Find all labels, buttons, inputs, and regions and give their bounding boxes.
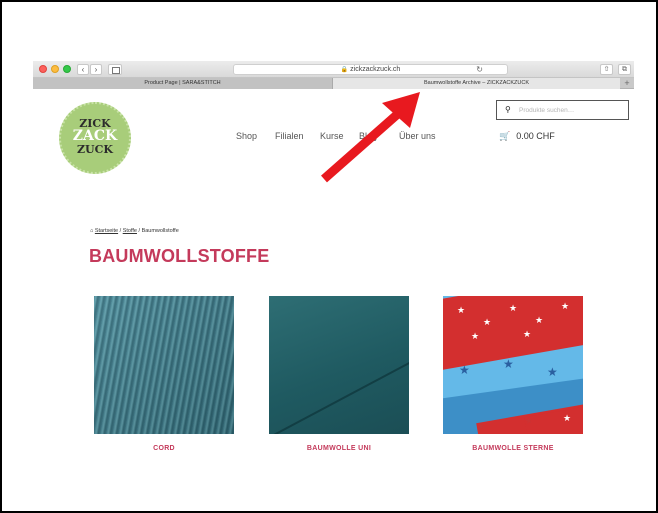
product-title[interactable]: BAUMWOLLE STERNE xyxy=(443,445,583,452)
home-icon: ⌂ xyxy=(90,228,94,234)
star-icon: ★ xyxy=(457,305,466,315)
page-title: BAUMWOLLSTOFFE xyxy=(89,246,270,266)
breadcrumb-stoffe[interactable]: Stoffe xyxy=(123,228,137,234)
breadcrumb-current: Baumwollstoffe xyxy=(141,228,179,234)
star-icon: ★ xyxy=(561,301,570,311)
star-icon: ★ xyxy=(483,317,492,327)
product-title[interactable]: BAUMWOLLE UNI xyxy=(269,445,409,452)
screenshot-frame: ‹ › 🔒 zickzackzuck.ch ↻ ⇧ ⧉ Product Page … xyxy=(0,0,658,513)
fabric-fold xyxy=(269,347,409,434)
star-icon: ★ xyxy=(503,357,514,371)
star-icon: ★ xyxy=(563,413,572,423)
star-icon: ★ xyxy=(509,303,518,313)
product-card-baumwolle-sterne[interactable]: ★ ★ ★ ★ ★ ★ ★ ★ ★ ★ ★ ★ ★ BAUMWOLLE STER… xyxy=(443,296,583,452)
product-image-cord[interactable] xyxy=(94,296,234,434)
product-card-cord[interactable]: CORD xyxy=(94,296,234,452)
star-icon: ★ xyxy=(523,329,532,339)
star-icon: ★ xyxy=(459,363,470,377)
breadcrumb-home[interactable]: Startseite xyxy=(95,228,118,234)
star-icon: ★ xyxy=(471,331,480,341)
breadcrumb: ⌂ Startseite / Stoffe / Baumwollstoffe xyxy=(90,228,179,234)
product-card-baumwolle-uni[interactable]: BAUMWOLLE UNI xyxy=(269,296,409,452)
product-title[interactable]: CORD xyxy=(94,445,234,452)
breadcrumb-separator: / xyxy=(138,228,141,234)
star-icon: ★ xyxy=(535,315,544,325)
product-image-baumwolle-sterne[interactable]: ★ ★ ★ ★ ★ ★ ★ ★ ★ ★ ★ ★ ★ xyxy=(443,296,583,434)
star-icon: ★ xyxy=(547,365,558,379)
breadcrumb-separator: / xyxy=(119,228,122,234)
product-image-baumwolle-uni[interactable] xyxy=(269,296,409,434)
